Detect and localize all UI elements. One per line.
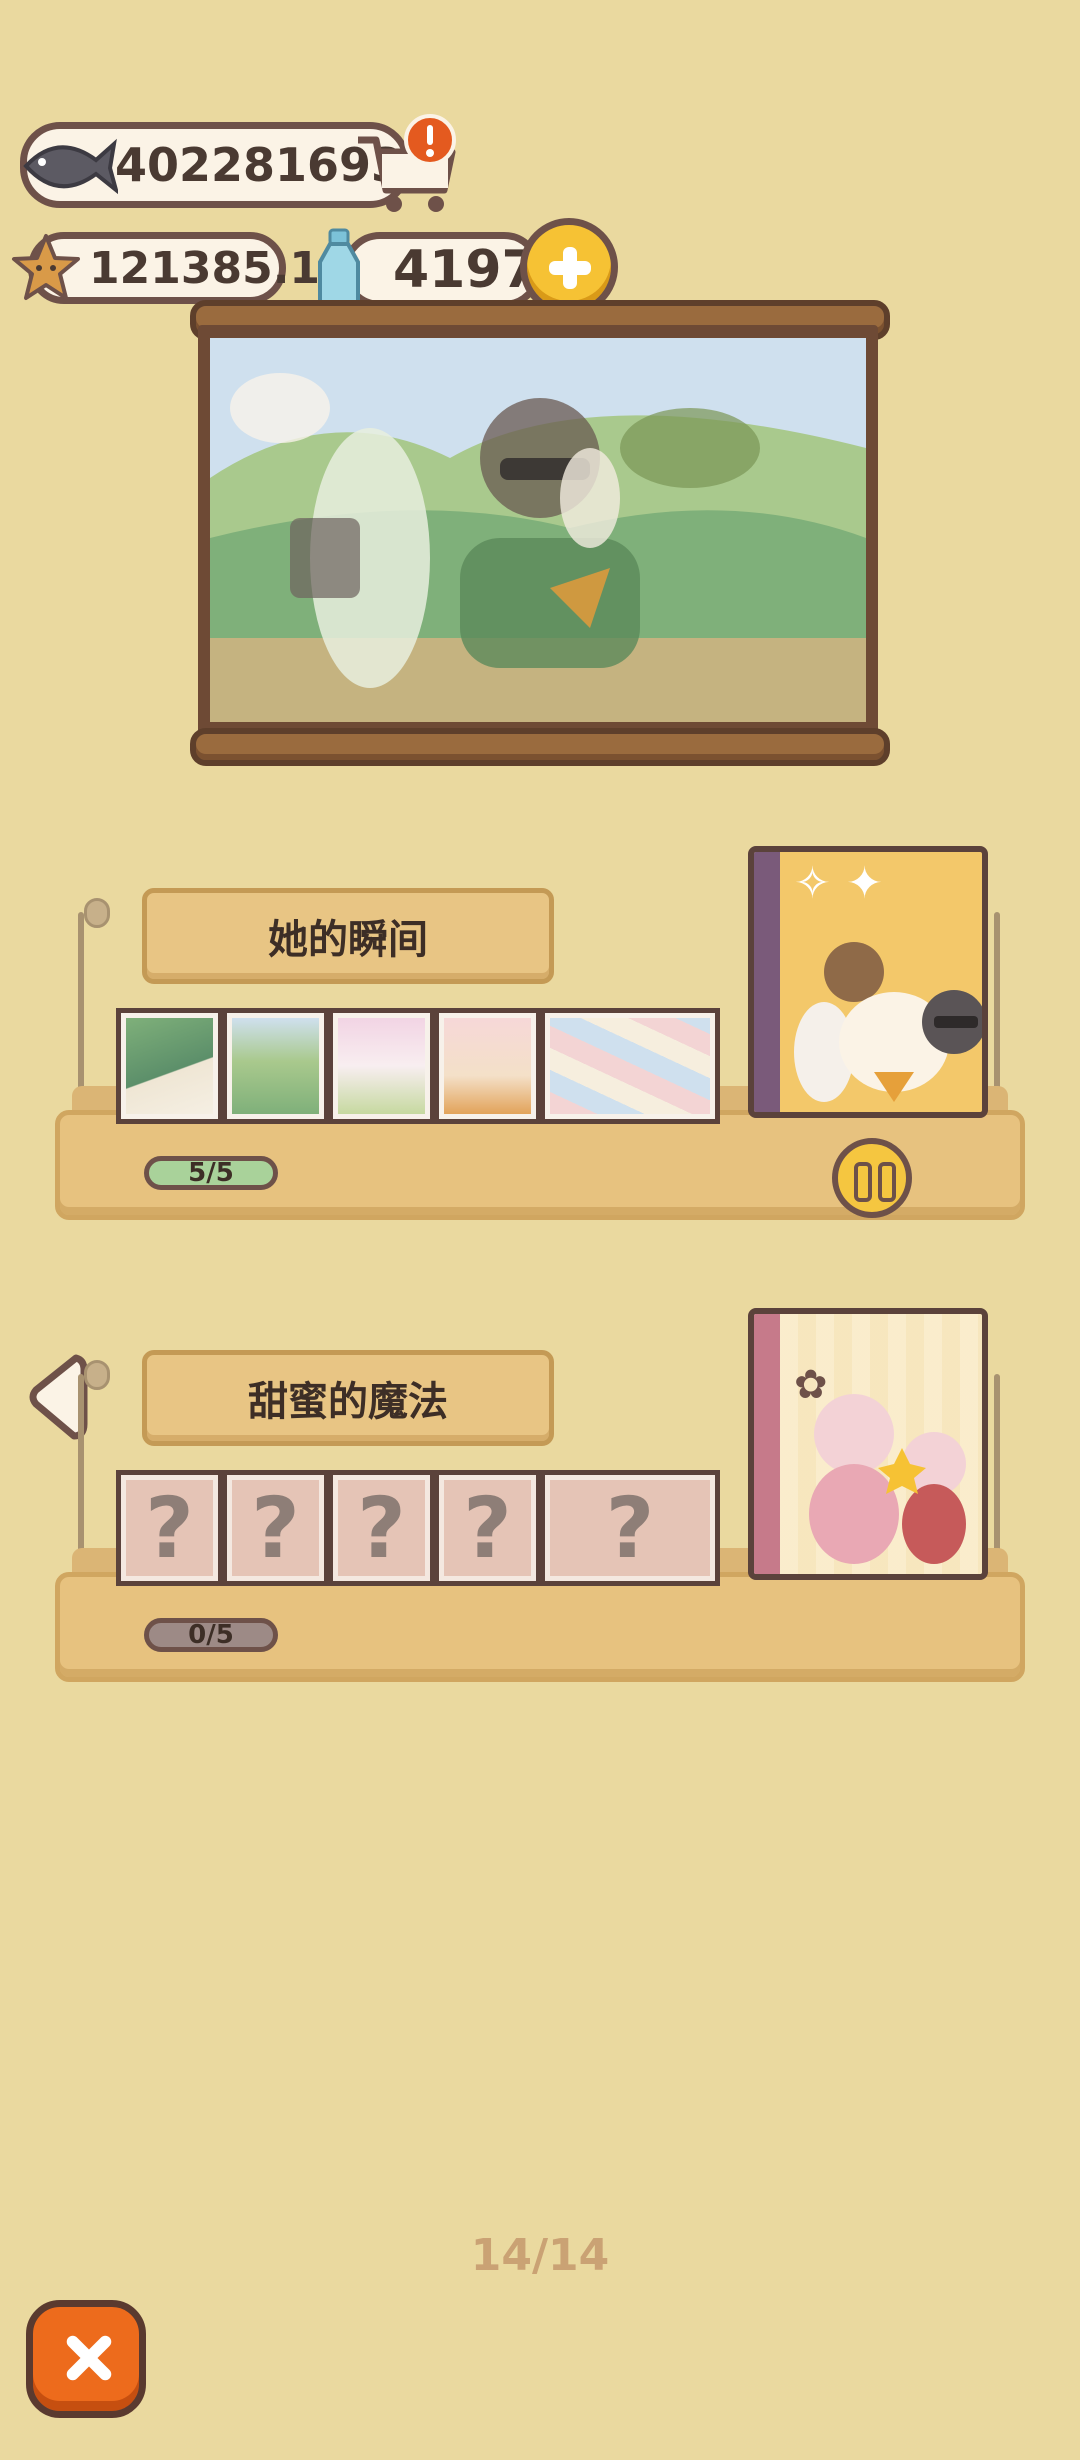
star-count: 121385.1 xyxy=(89,242,321,294)
album-cover[interactable]: ✿ xyxy=(748,1308,988,1580)
star-icon xyxy=(12,234,80,300)
frame-bottom-rod xyxy=(190,728,890,766)
locked-photo[interactable]: ? xyxy=(540,1470,720,1586)
album-title-board: 甜蜜的魔法 xyxy=(142,1350,554,1446)
locked-photo[interactable]: ? xyxy=(328,1470,435,1586)
photo-strip[interactable] xyxy=(116,1008,720,1124)
shelf-post-knob xyxy=(84,898,110,928)
photo-card[interactable] xyxy=(540,1008,720,1124)
album-title-board: 她的瞬间 xyxy=(142,888,554,984)
fish-icon xyxy=(23,138,118,195)
bottle-currency-display: 4197 xyxy=(342,232,542,308)
photo-card[interactable] xyxy=(222,1008,329,1124)
album-cover-logo: ✧ ✦ xyxy=(794,858,884,909)
album-title: 甜蜜的魔法 xyxy=(248,1379,448,1425)
collected-picture xyxy=(210,338,866,722)
photo-card[interactable] xyxy=(116,1008,223,1124)
locked-photo[interactable]: ? xyxy=(222,1470,329,1586)
photo-strip[interactable]: ? ? ? ? ? xyxy=(116,1470,720,1586)
close-button[interactable] xyxy=(26,2300,146,2418)
album-cover[interactable]: ✧ ✦ xyxy=(748,846,988,1118)
locked-photo[interactable]: ? xyxy=(116,1470,223,1586)
album-title: 她的瞬间 xyxy=(268,917,428,963)
page-indicator: 14/14 xyxy=(470,2230,610,2281)
album-progress: 5/5 xyxy=(144,1156,278,1190)
photo-card[interactable] xyxy=(434,1008,541,1124)
pause-button[interactable] xyxy=(832,1138,912,1218)
photo-card[interactable] xyxy=(328,1008,435,1124)
alert-icon xyxy=(404,114,456,166)
locked-photo[interactable]: ? xyxy=(434,1470,541,1586)
svg-text:✿: ✿ xyxy=(794,1362,828,1408)
bottle-count: 4197 xyxy=(393,240,538,300)
shelf-post-knob xyxy=(84,1360,110,1390)
album-progress: 0/5 xyxy=(144,1618,278,1652)
